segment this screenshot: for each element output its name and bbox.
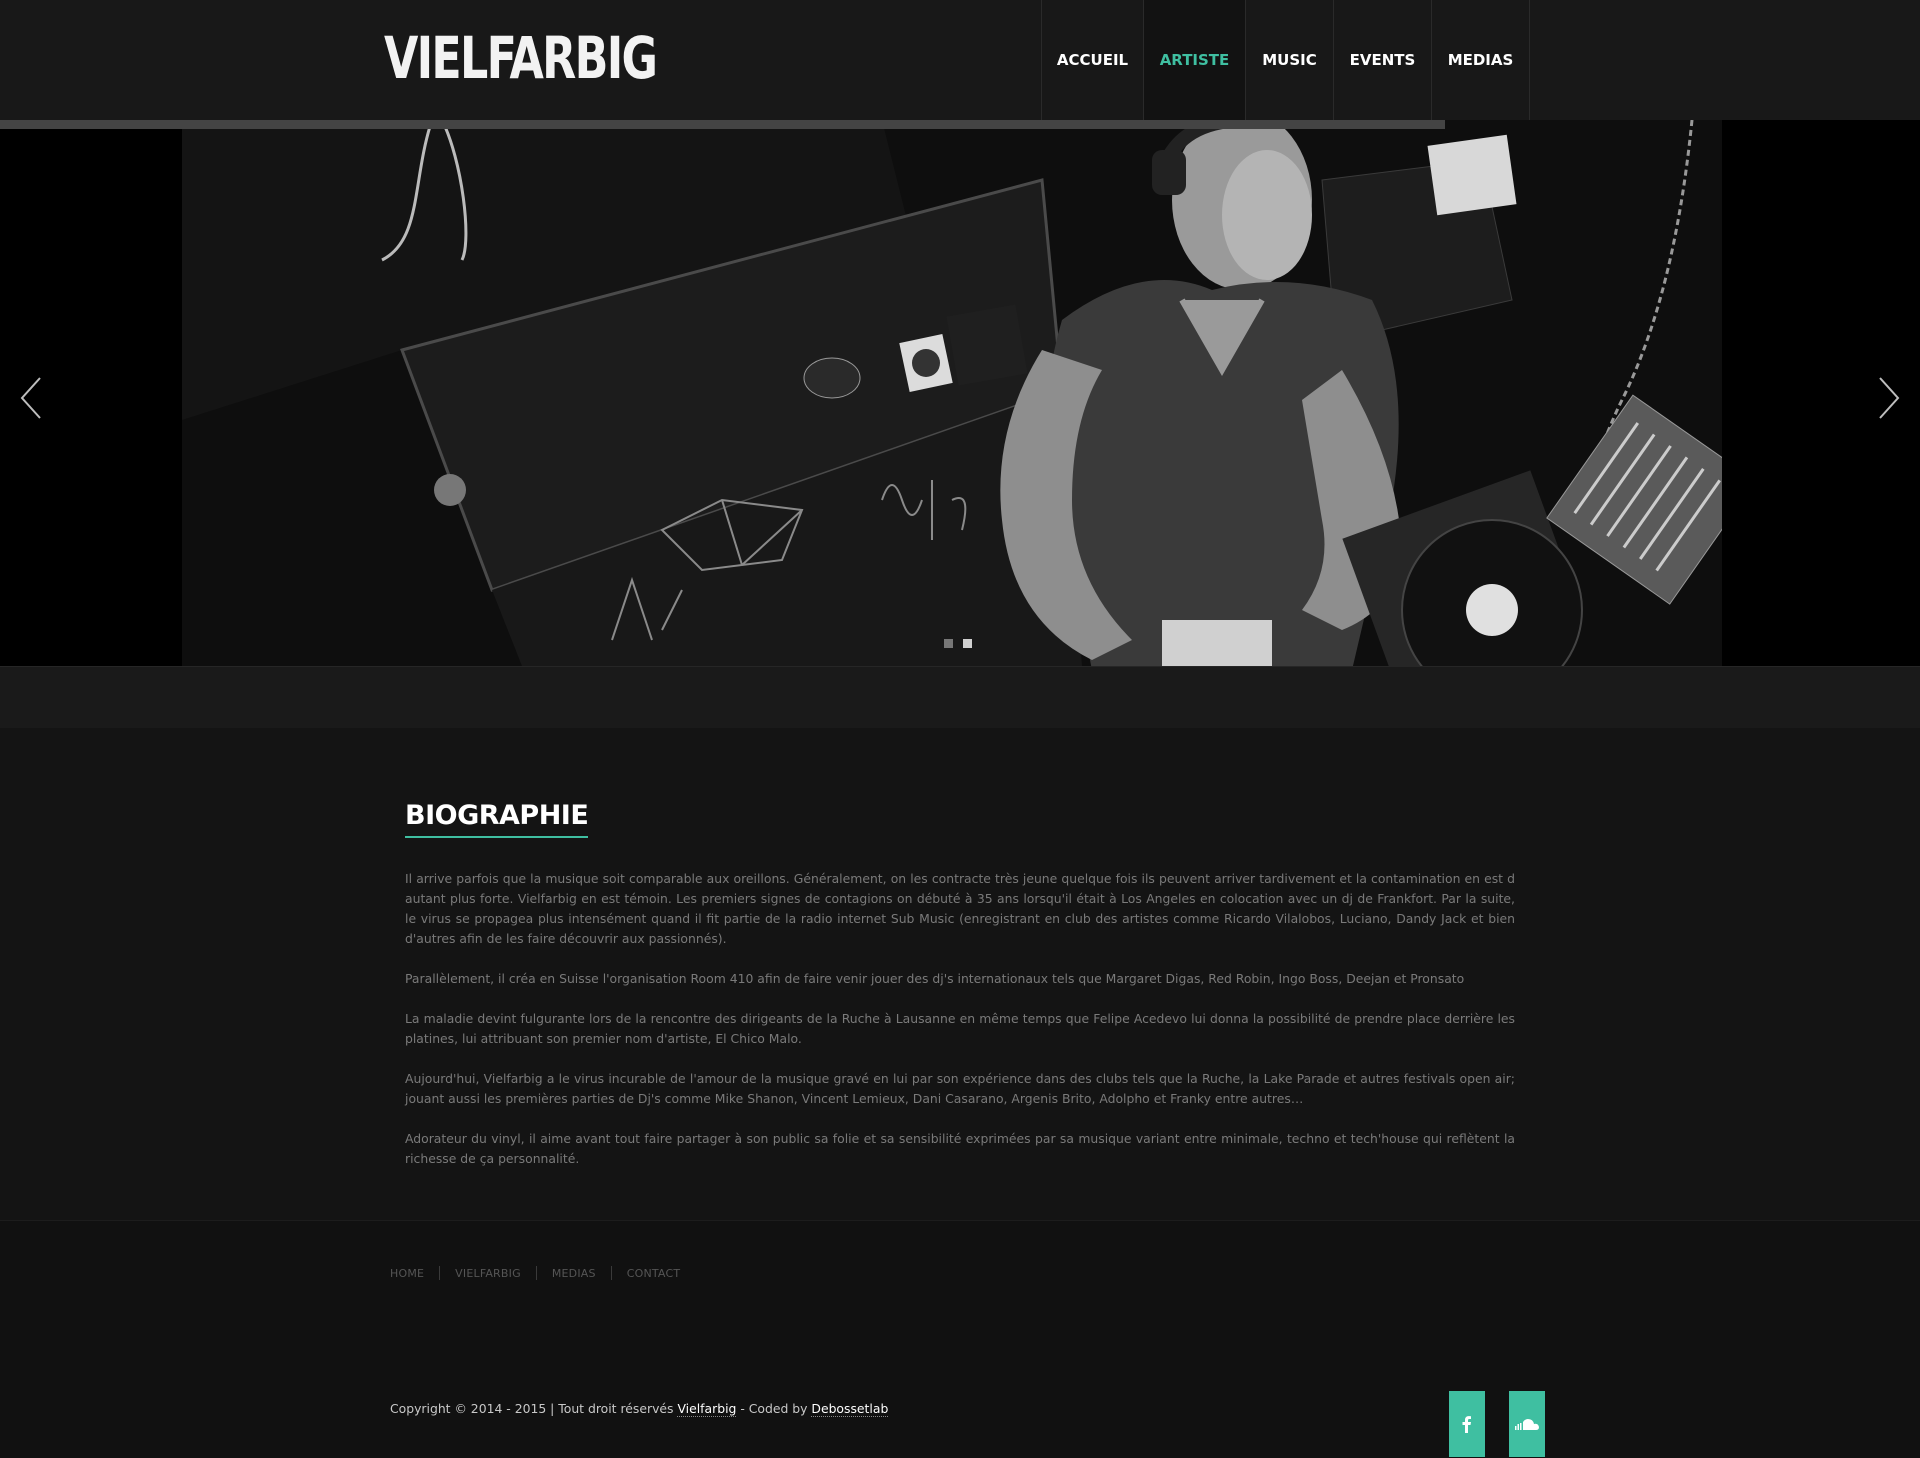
slider-next-button[interactable] [1872, 368, 1902, 428]
footer-link-home[interactable]: HOME [390, 1267, 424, 1280]
slider-pagination [944, 639, 972, 648]
nav-item-medias[interactable]: MEDIAS [1432, 0, 1530, 120]
biography-paragraph: Aujourd'hui, Vielfarbig a le virus incur… [405, 1071, 1515, 1106]
biography-title: BIOGRAPHIE [405, 800, 589, 838]
copyright-brand-link[interactable]: Vielfarbig [677, 1401, 737, 1417]
footer-link-medias[interactable]: MEDIAS [552, 1267, 596, 1280]
divider-band [0, 666, 1920, 730]
soundcloud-button[interactable] [1509, 1391, 1545, 1457]
site-logo[interactable]: VIELFARBIG [384, 18, 680, 98]
footer-separator [439, 1266, 441, 1280]
hero-slider [0, 120, 1920, 666]
nav-item-events[interactable]: EVENTS [1334, 0, 1432, 120]
facebook-icon [1462, 1416, 1471, 1433]
footer-nav: HOME VIELFARBIG MEDIAS CONTACT [390, 1266, 680, 1280]
nav-item-artiste[interactable]: ARTISTE [1144, 0, 1246, 120]
slider-dot-1[interactable] [944, 639, 953, 648]
site-header: VIELFARBIG ACCUEIL ARTISTE MUSIC EVENTS … [0, 0, 1920, 120]
slider-prev-button[interactable] [18, 368, 48, 428]
footer-link-vielfarbig[interactable]: VIELFARBIG [455, 1267, 521, 1280]
slider-progress-bar [0, 120, 1445, 129]
site-footer [0, 1220, 1920, 1458]
nav-item-music[interactable]: MUSIC [1246, 0, 1334, 120]
dj-photo [182, 120, 1757, 666]
biography-paragraph: Adorateur du vinyl, il aime avant tout f… [405, 1131, 1515, 1166]
copyright-text: Copyright © 2014 - 2015 | Tout droit rés… [390, 1401, 889, 1417]
slider-dot-2[interactable] [963, 639, 972, 648]
facebook-button[interactable] [1449, 1391, 1485, 1457]
main-nav: ACCUEIL ARTISTE MUSIC EVENTS MEDIAS [1041, 0, 1530, 120]
chevron-left-icon [20, 377, 41, 419]
dj-photo-illustration [182, 120, 1757, 666]
biography-paragraph: Parallèlement, il créa en Suisse l'organ… [405, 971, 1465, 986]
biography-paragraph: La maladie devint fulgurante lors de la … [405, 1011, 1515, 1046]
coder-link[interactable]: Debossetlab [811, 1401, 889, 1417]
soundcloud-icon [1515, 1419, 1539, 1430]
footer-separator [610, 1266, 612, 1280]
nav-item-accueil[interactable]: ACCUEIL [1042, 0, 1144, 120]
chevron-right-icon [1879, 377, 1900, 419]
brand-name: VIELFARBIG [384, 24, 658, 92]
biography-paragraph: Il arrive parfois que la musique soit co… [405, 871, 1515, 946]
footer-separator [535, 1266, 537, 1280]
footer-link-contact[interactable]: CONTACT [627, 1267, 681, 1280]
copyright-prefix: Copyright © 2014 - 2015 | Tout droit rés… [390, 1401, 678, 1416]
copyright-middle: - Coded by [736, 1401, 812, 1416]
